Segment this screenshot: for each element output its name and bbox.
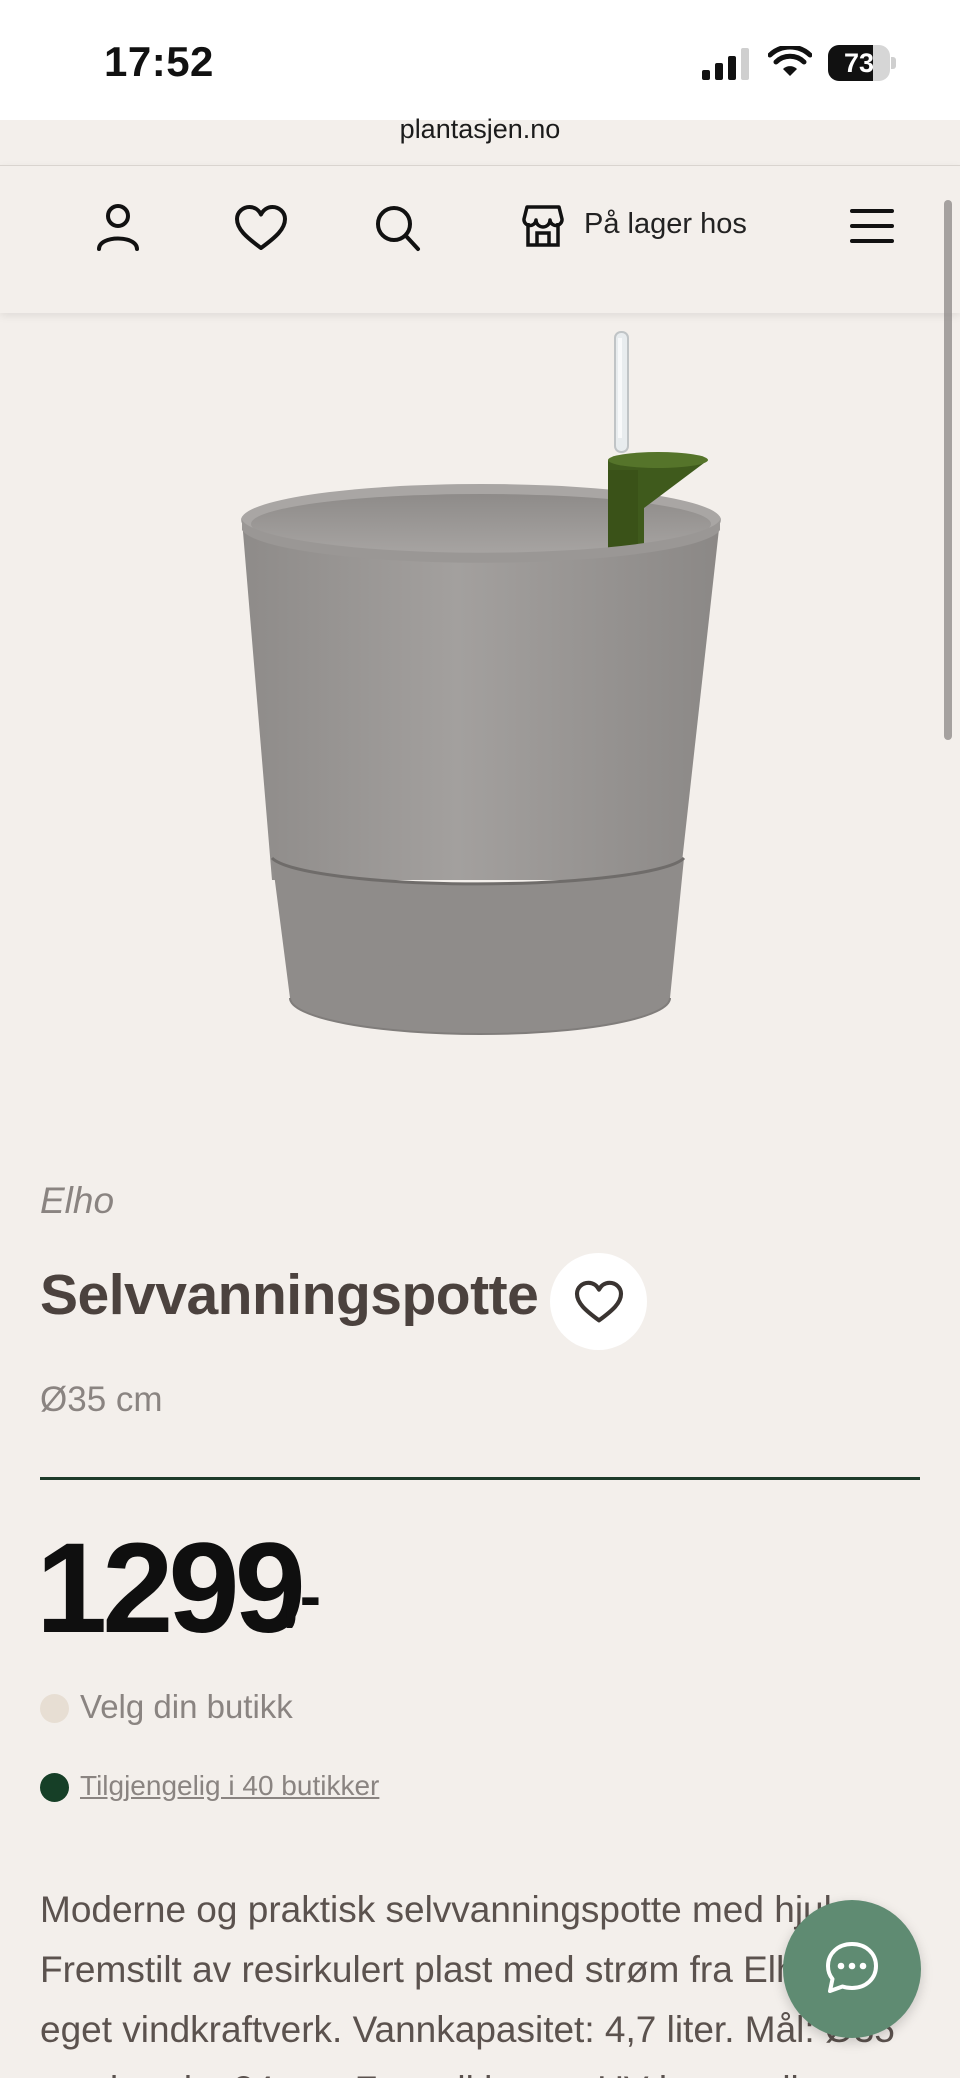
select-store-link[interactable]: Velg din butikk — [80, 1688, 293, 1726]
battery-percent: 73 — [843, 48, 875, 78]
description-line: cm, høyde: 34 cm. Frostsikker og UV-best… — [40, 2060, 920, 2078]
wifi-icon — [768, 46, 812, 76]
description-line: Moderne og praktisk selvvanningspotte me… — [40, 1889, 843, 1930]
heart-icon — [574, 1280, 624, 1323]
availability-link[interactable]: Tilgjengelig i 40 butikker — [80, 1770, 379, 1802]
store-icon[interactable] — [522, 204, 564, 248]
site-header: På lager hos — [0, 165, 960, 313]
signal-icon — [702, 48, 749, 80]
availability-dot — [40, 1773, 69, 1802]
chat-icon — [826, 1942, 878, 1993]
heart-icon[interactable] — [234, 204, 288, 252]
status-time: 17:52 — [104, 38, 214, 85]
status-bar: 17:52 73 plantasjen.no — [0, 0, 960, 144]
product-price: 1299 — [36, 1517, 306, 1660]
description-line: eget vindkraftverk. Vannkapasitet: 4,7 l… — [40, 2009, 895, 2050]
product-title: Selvvanningspotte — [40, 1263, 539, 1327]
address-bar-url[interactable]: plantasjen.no — [0, 114, 960, 145]
divider — [40, 1477, 920, 1480]
store-status-dot — [40, 1694, 69, 1723]
chat-button[interactable] — [783, 1900, 921, 2038]
search-icon[interactable] — [374, 204, 422, 254]
account-icon[interactable] — [96, 202, 140, 252]
store-availability-label[interactable]: På lager hos — [584, 208, 747, 241]
page-scrollbar[interactable] — [944, 200, 952, 740]
product-brand[interactable]: Elho — [40, 1180, 114, 1222]
product-image[interactable] — [232, 330, 732, 1040]
battery-icon: 73 — [828, 45, 896, 81]
menu-icon[interactable] — [850, 208, 894, 244]
add-to-favorites-button[interactable] — [550, 1253, 647, 1350]
price-suffix: ,- — [282, 1560, 322, 1632]
product-size: Ø35 cm — [40, 1380, 163, 1419]
